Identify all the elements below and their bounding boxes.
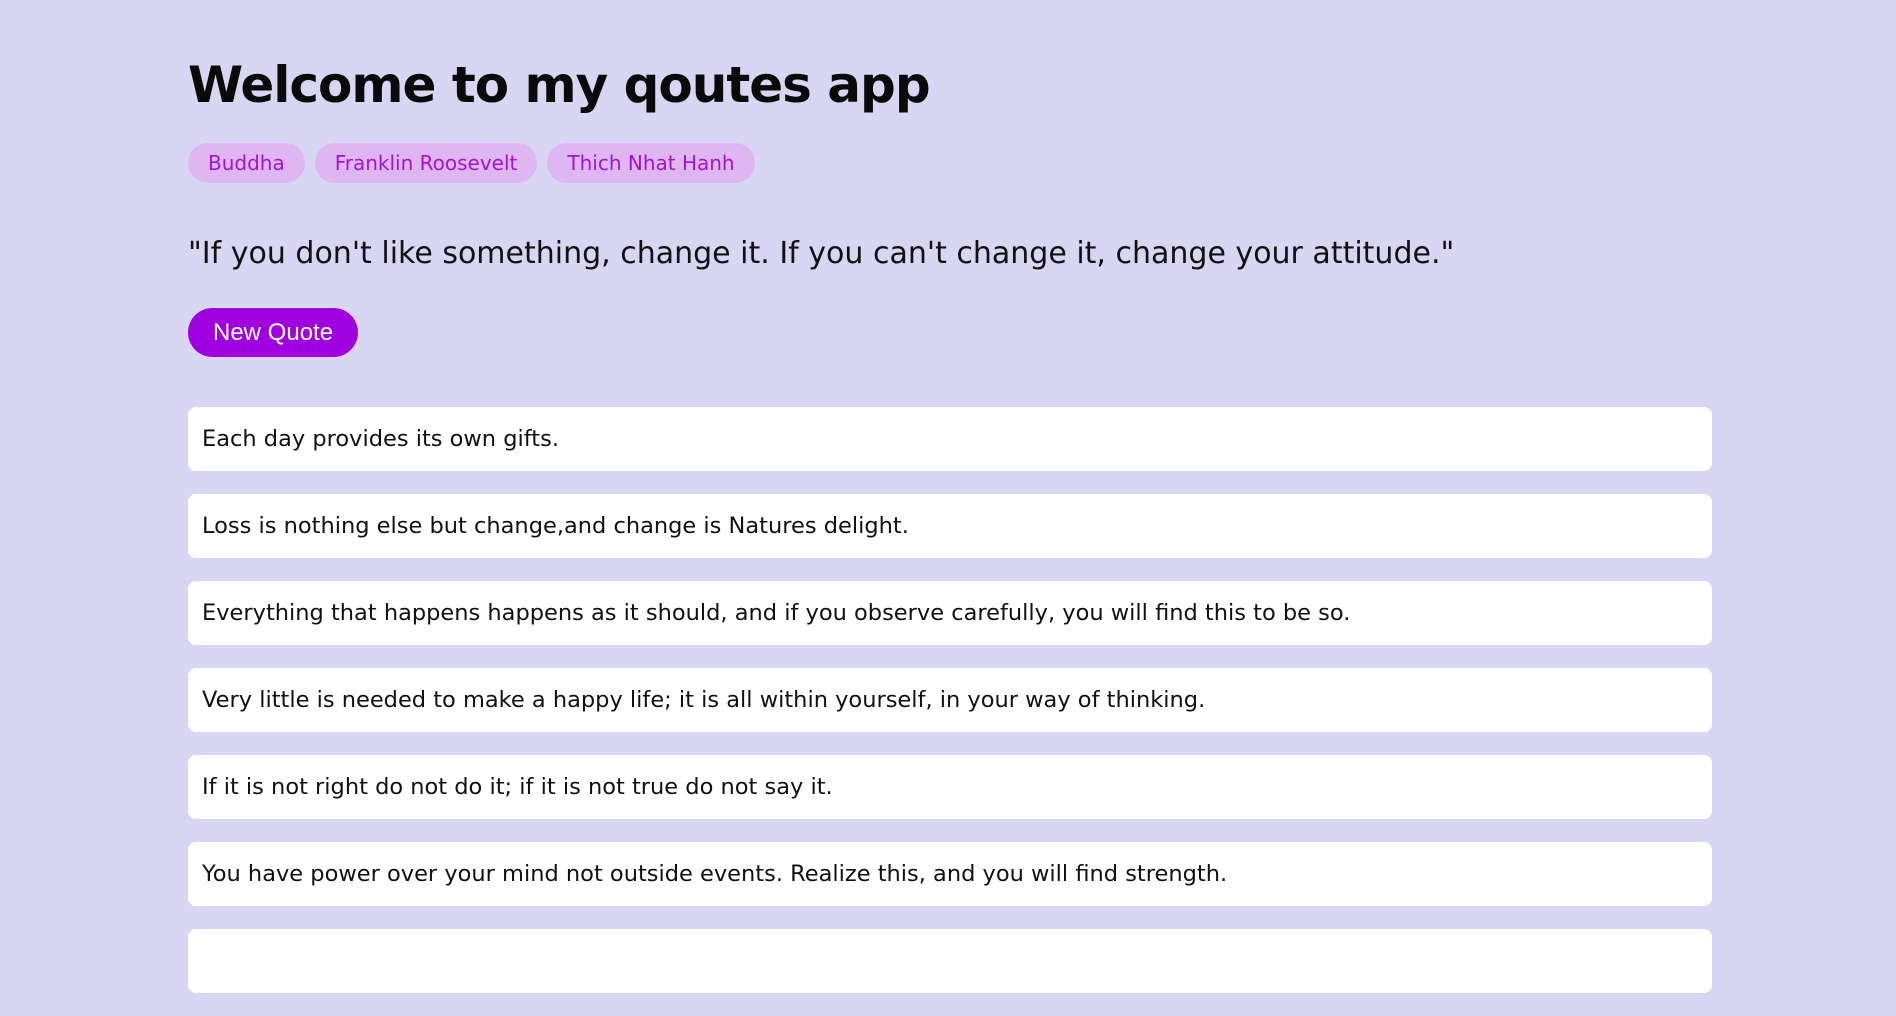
quote-list-item: Everything that happens happens as it sh… [188, 581, 1712, 645]
quote-list-item: Very little is needed to make a happy li… [188, 668, 1712, 732]
quote-list-item: If it is not right do not do it; if it i… [188, 755, 1712, 819]
quote-list-item: You have power over your mind not outsid… [188, 842, 1712, 906]
page-title: Welcome to my qoutes app [188, 56, 931, 114]
author-tag-thich-nhat-hanh[interactable]: Thich Nhat Hanh [547, 143, 755, 183]
new-quote-button[interactable]: New Quote [188, 308, 359, 357]
author-tag-franklin-roosevelt[interactable]: Franklin Roosevelt [314, 143, 538, 183]
quote-list-item [188, 929, 1712, 993]
quote-list-item: Each day provides its own gifts. [188, 407, 1712, 471]
quote-list: Each day provides its own gifts. Loss is… [188, 407, 1712, 1016]
author-tag-buddha[interactable]: Buddha [188, 143, 305, 183]
featured-quote: "If you don't like something, change it.… [188, 236, 1455, 271]
author-filter-tags: Buddha Franklin Roosevelt Thich Nhat Han… [188, 143, 755, 183]
quote-list-item: Loss is nothing else but change,and chan… [188, 494, 1712, 558]
